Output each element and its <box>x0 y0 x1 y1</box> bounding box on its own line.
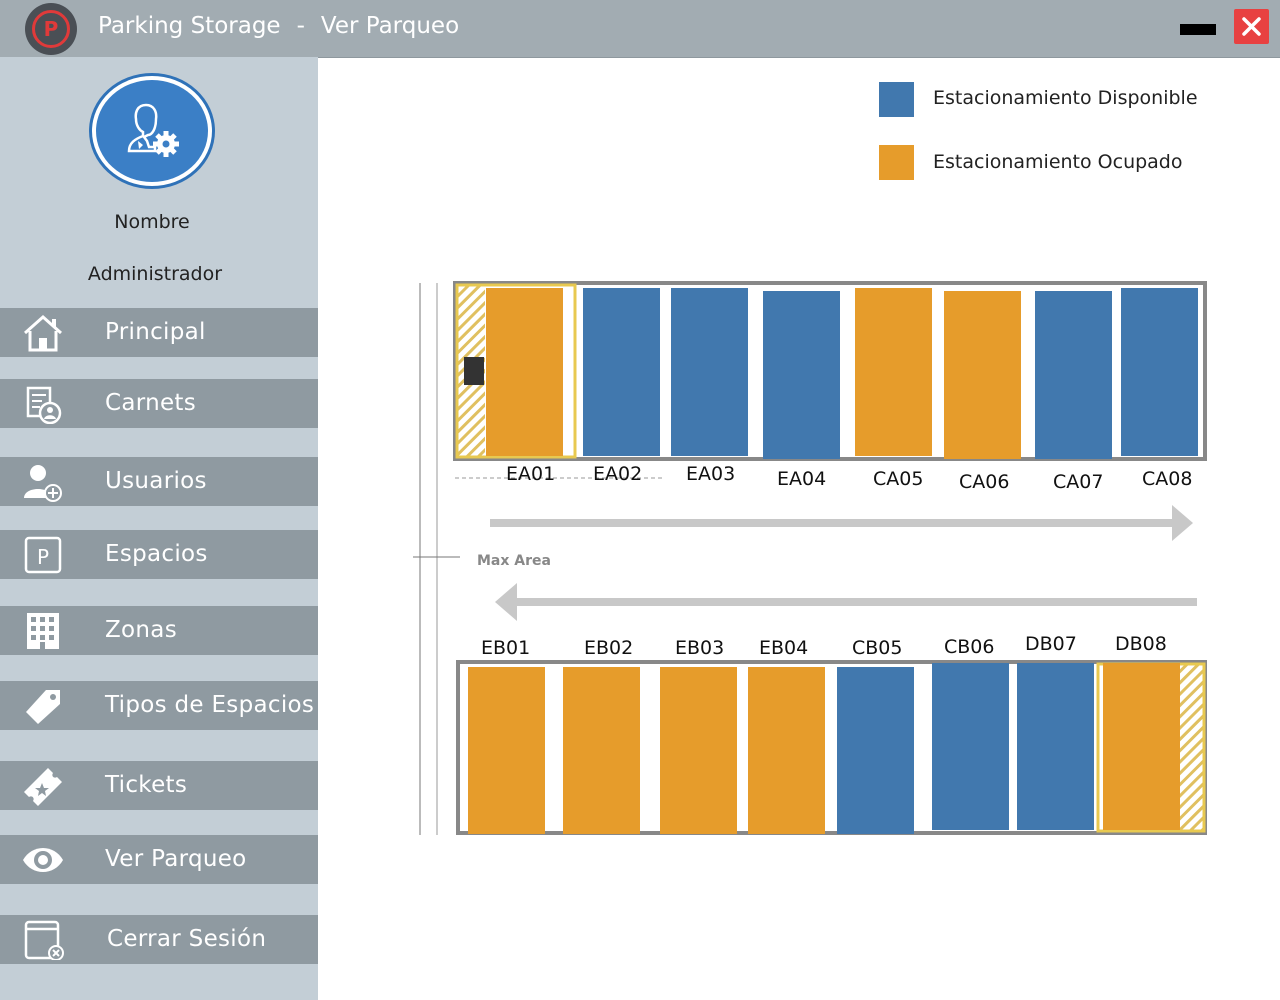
nav-label: Usuarios <box>105 468 207 494</box>
parking-slot-cb06[interactable] <box>932 663 1009 830</box>
app-name: Parking Storage <box>98 13 281 39</box>
slot-label: EA03 <box>686 463 736 485</box>
slot-label: EB03 <box>675 637 725 659</box>
slot-label: EA04 <box>777 468 827 490</box>
nav-item-tipos-de-espacios[interactable]: Tipos de Espacios <box>0 681 318 730</box>
nav-label: Carnets <box>105 390 197 416</box>
parking-slot-db08[interactable] <box>1103 663 1180 830</box>
nav-item-carnets[interactable]: Carnets <box>0 379 318 428</box>
nav-item-principal[interactable]: Principal <box>0 308 318 357</box>
parking-slot-db07[interactable] <box>1017 663 1094 830</box>
nav-item-cerrar-sesion[interactable]: Cerrar Sesión <box>0 915 318 964</box>
legend-available-label: Estacionamiento Disponible <box>933 87 1198 109</box>
window-title: Parking Storage - Ver Parqueo <box>98 13 459 39</box>
nav-label: Tipos de Espacios <box>105 692 315 718</box>
nav-label: Zonas <box>105 617 177 643</box>
parking-slot-ca07[interactable] <box>1035 291 1112 459</box>
slot-label: CA07 <box>1053 471 1104 493</box>
parking-sign-icon: P <box>24 536 62 574</box>
slot-label: CA08 <box>1142 468 1193 490</box>
close-icon <box>1242 17 1261 36</box>
logout-icon <box>24 920 64 960</box>
user-gear-icon <box>127 103 179 157</box>
ticket-icon <box>24 768 62 806</box>
slot-label: EB04 <box>759 637 809 659</box>
user-role: Administrador <box>87 263 223 285</box>
slot-label: EA01 <box>506 463 556 485</box>
title-bar: P Parking Storage - Ver Parqueo <box>0 0 1280 58</box>
max-area-label: Max Area <box>477 553 551 569</box>
parking-slot-eb01[interactable] <box>468 667 545 834</box>
parking-slot-ca08[interactable] <box>1121 288 1198 456</box>
tag-icon <box>26 690 60 724</box>
legend-occupied-swatch <box>879 145 914 180</box>
parking-slot-ea01[interactable] <box>486 288 563 456</box>
slot-label: CB05 <box>852 637 903 659</box>
svg-text:P: P <box>37 545 49 569</box>
eye-icon <box>23 848 63 872</box>
building-icon <box>27 613 59 649</box>
user-name: Nombre <box>114 211 190 233</box>
slot-label: DB07 <box>1025 633 1077 655</box>
parking-slot-ca06[interactable] <box>944 291 1021 459</box>
nav-item-usuarios[interactable]: Usuarios <box>0 457 318 506</box>
slot-label: CA05 <box>873 468 924 490</box>
close-button[interactable] <box>1234 9 1269 44</box>
home-icon <box>24 314 62 352</box>
parking-slot-cb05[interactable] <box>837 667 914 834</box>
avatar <box>89 73 215 189</box>
parking-slot-eb04[interactable] <box>748 667 825 834</box>
slot-label: EB01 <box>481 637 531 659</box>
legend-available-swatch <box>879 82 914 117</box>
slot-label: EA02 <box>593 463 643 485</box>
parking-slot-eb02[interactable] <box>563 667 640 834</box>
parking-slot-ca05[interactable] <box>855 288 932 456</box>
add-user-icon <box>24 465 62 502</box>
nav-label: Principal <box>105 319 206 345</box>
nav-item-zonas[interactable]: Zonas <box>0 606 318 655</box>
minimize-button[interactable] <box>1180 24 1216 35</box>
parking-slot-ea04[interactable] <box>763 291 840 459</box>
parking-slot-ea03[interactable] <box>671 288 748 456</box>
parking-slot-eb03[interactable] <box>660 667 737 834</box>
title-separator: - <box>296 13 305 39</box>
nav-item-ver-parqueo[interactable]: Ver Parqueo <box>0 835 318 884</box>
nav-label: Ver Parqueo <box>105 846 247 872</box>
page-name: Ver Parqueo <box>320 13 460 39</box>
nav-item-espacios[interactable]: P Espacios <box>0 530 318 579</box>
slot-label: CB06 <box>944 636 995 658</box>
legend-occupied-label: Estacionamiento Ocupado <box>933 151 1183 173</box>
nav-label: Espacios <box>105 541 208 567</box>
slot-label: DB08 <box>1115 633 1167 655</box>
parking-logo-icon: P <box>25 3 77 55</box>
parking-lot-map: Max Area <box>413 281 1207 835</box>
nav-item-tickets[interactable]: Tickets <box>0 761 318 810</box>
slot-label: EB02 <box>584 637 634 659</box>
parking-slot-ea02[interactable] <box>583 288 660 456</box>
nav-label: Cerrar Sesión <box>107 926 267 952</box>
nav-label: Tickets <box>105 772 188 798</box>
slot-label: CA06 <box>959 471 1010 493</box>
id-card-icon <box>26 386 62 424</box>
